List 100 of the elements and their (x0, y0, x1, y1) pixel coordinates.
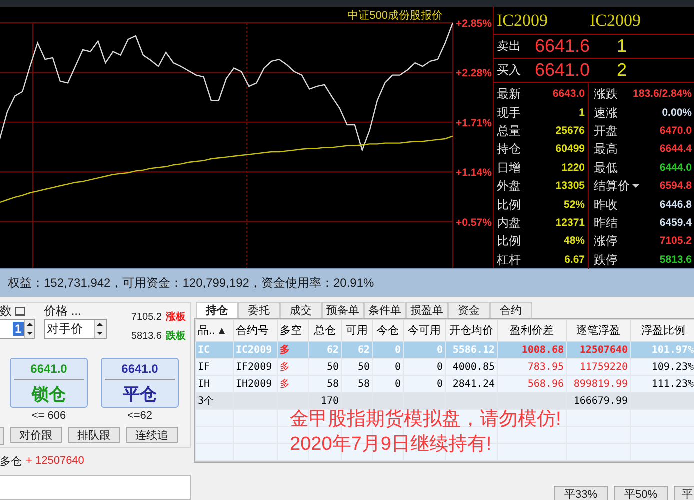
annotation-text: 2020年7月9日继续持有! (290, 433, 493, 457)
chart-title: 中证500成份股报价 (348, 10, 443, 22)
tab[interactable]: 成交 (280, 302, 322, 318)
follow-button[interactable]: 对价跟 (10, 427, 62, 443)
table-cell: 5586.12 (452, 344, 495, 356)
quote-value: 6470.0 (660, 124, 692, 138)
column-header[interactable]: 多空 (278, 320, 308, 342)
table-cell: 50 (358, 362, 370, 372)
table-row[interactable]: IF IF2009 多 50 50 0 0 4000.85 783.95 11759220 109.23% (196, 358, 694, 376)
column-header[interactable]: 今可用 (404, 320, 446, 342)
close-ratio-button[interactable]: 平33% (554, 486, 608, 500)
tab[interactable]: 条件单 (364, 302, 406, 318)
sort-icon[interactable] (219, 328, 226, 334)
tab[interactable]: 持仓 (196, 302, 238, 318)
book-price: 6641.0 (535, 60, 592, 81)
quote-value: 183.6/2.84% (633, 87, 692, 102)
tab[interactable]: 资金 (448, 302, 490, 318)
tab[interactable]: 损盈单 (406, 302, 448, 318)
table-cell: IH2009 (236, 378, 272, 390)
quote-value: 52% (564, 198, 585, 212)
limit-price: 5813.6 (131, 330, 162, 342)
quote-value: 1220 (562, 160, 585, 175)
quote-label: 速涨 (594, 106, 618, 120)
quote-label: 涨停 (594, 234, 618, 248)
book-volume: 2 (617, 60, 628, 81)
table-cell: 0 (436, 378, 443, 390)
quote-label: 比例 (497, 234, 521, 248)
follow-button[interactable]: 排队跟 (68, 427, 120, 443)
quote-label: 总量 (497, 124, 521, 138)
spin-arrows-icon[interactable] (24, 320, 34, 338)
quote-value: 6644.4 (660, 142, 692, 156)
spin-arrows-icon[interactable] (94, 320, 106, 338)
table-cell: 101.97% (652, 344, 694, 356)
tab[interactable]: 预备单 (322, 302, 364, 318)
column-header[interactable]: 盈利价差 (498, 320, 566, 342)
table-cell: IF2009 (236, 362, 272, 372)
quote-label: 杠杆 (497, 252, 521, 267)
table-cell: 多 (280, 379, 290, 390)
quote-value: 6459.4 (660, 216, 692, 230)
table-cell: 58 (326, 378, 339, 390)
quantity-field[interactable]: 1 (0, 319, 35, 339)
quote-label: 昨收 (594, 198, 618, 212)
axis-label: +2.28% (456, 68, 492, 80)
quote-label: 最低 (594, 160, 618, 175)
quote-value: 25676 (556, 124, 585, 138)
table-cell: 62 (326, 344, 339, 356)
table-cell: 0 (394, 378, 401, 390)
table-cell: 899819.99 (574, 378, 628, 390)
quote-label[interactable]: 结算价 (594, 179, 630, 194)
column-header[interactable]: 今仓 (372, 320, 404, 342)
price-label: 价格 ... (44, 304, 82, 319)
table-cell: 0 (436, 362, 443, 372)
table-cell: 多 (280, 362, 290, 373)
table-cell: 1008.68 (522, 344, 564, 356)
table-cell: IC (198, 344, 210, 356)
limit-text: <=62 (127, 410, 153, 422)
axis-label: +2.85% (456, 18, 492, 30)
column-header[interactable]: 总仓 (308, 320, 342, 342)
table-cell: 58 (358, 378, 370, 390)
close-ratio-button[interactable]: 平50% (614, 486, 668, 500)
table-cell: 0 (394, 344, 401, 356)
column-header[interactable]: 逐笔浮盈 (566, 320, 630, 342)
quote-value: 6643.0 (552, 87, 585, 102)
column-header[interactable]: 合约号 (234, 320, 278, 342)
quote-label: 开盘 (594, 124, 618, 138)
quote-value: 5813.6 (660, 252, 692, 267)
price-type-field[interactable]: 对手价 (44, 319, 107, 339)
caret-icon[interactable] (632, 184, 640, 188)
tab[interactable]: 委托 (238, 302, 280, 318)
table-cell: 109.23% (652, 362, 694, 372)
table-row[interactable]: 3个 170 166679.99 (196, 392, 694, 410)
table-cell: 12507640 (580, 344, 628, 356)
table-cell: IC2009 (236, 344, 272, 356)
follow-button[interactable]: 连续追 (126, 427, 178, 443)
quote-value: 12371 (556, 216, 585, 230)
column-header[interactable]: 浮盈比例 (630, 320, 694, 342)
axis-label: +1.71% (456, 117, 492, 130)
quote-label: 外盘 (497, 179, 521, 194)
tab[interactable]: 合约 (490, 302, 532, 318)
table-cell: 多 (280, 345, 290, 356)
quote-label: 最高 (594, 142, 618, 156)
table-cell: 0 (436, 344, 443, 356)
monitor-icon[interactable] (15, 307, 25, 316)
quote-value: 13305 (556, 179, 585, 194)
quote-label: 涨跌 (594, 87, 618, 102)
limit-tag: 涨板 (166, 310, 186, 324)
quote-value: 0.00% (662, 106, 692, 120)
column-header[interactable]: 开仓均价 (446, 320, 498, 342)
contract-code: IC2009 (497, 10, 549, 30)
quote-label: 持仓 (497, 142, 521, 156)
quote-label: 昨结 (594, 216, 618, 230)
table-cell: 783.95 (528, 362, 564, 372)
quote-value: 6594.8 (660, 179, 692, 194)
table-cell: 62 (358, 344, 370, 356)
column-header[interactable]: 品.. (196, 320, 234, 342)
table-cell: 568.96 (528, 378, 564, 390)
order-button[interactable]: 6641.0 平仓 (101, 358, 179, 408)
close-ratio-button[interactable]: 平 (674, 486, 694, 500)
axis-label: +1.14% (456, 167, 492, 180)
column-header[interactable]: 可用 (342, 320, 372, 342)
